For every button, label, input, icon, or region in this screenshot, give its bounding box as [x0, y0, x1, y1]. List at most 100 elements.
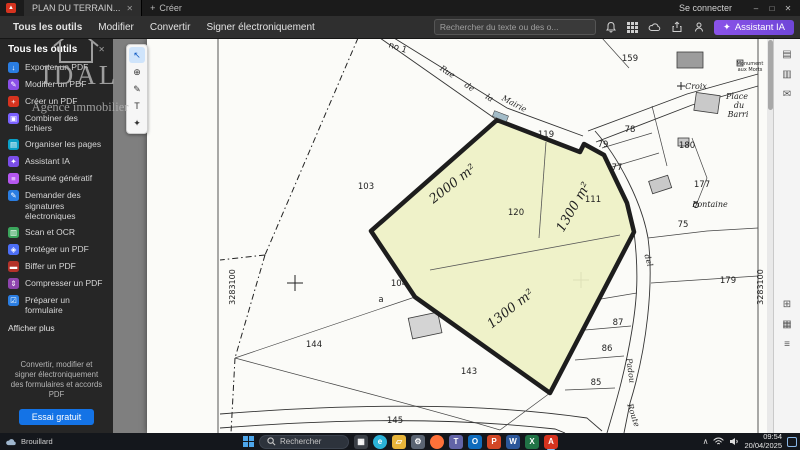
edge-icon[interactable]: e [373, 435, 387, 449]
zoom-tool-icon[interactable]: ⊕ [129, 64, 145, 80]
map-canvas[interactable]: no 115911910312011178797718017775104a144… [147, 38, 768, 433]
outlook-icon[interactable]: O [468, 435, 482, 449]
explorer-icon[interactable]: ▱ [392, 435, 406, 449]
protect-pdf-icon: ◈ [8, 244, 19, 255]
pdf-page[interactable]: no 115911910312011178797718017775104a144… [147, 38, 768, 433]
sidebar-close-icon[interactable]: ✕ [98, 45, 105, 54]
sidebar-item[interactable]: ✎Modifier un PDF [0, 76, 113, 93]
map-label: 119 [538, 130, 554, 140]
menu-item-4[interactable]: Signer électroniquement [199, 20, 321, 35]
menu-item-3[interactable]: Convertir [143, 20, 198, 35]
map-label: 87 [613, 318, 624, 328]
sign-in-button[interactable]: Se connecter [679, 3, 732, 13]
sidebar-item[interactable]: ▥Scan et OCR [0, 224, 113, 241]
close-button[interactable]: ✕ [780, 4, 796, 13]
generative-summary-icon: ≡ [8, 173, 19, 184]
annotate-pencil-icon[interactable]: ✎ [129, 81, 145, 97]
bell-icon[interactable] [604, 20, 618, 34]
weather-widget[interactable]: Brouillard [5, 433, 53, 450]
notification-icon[interactable] [787, 437, 797, 447]
sidebar-item-label: Résumé génératif [25, 173, 92, 183]
highlighted-parcel[interactable] [371, 111, 634, 393]
measure-panel-icon[interactable]: ⊞ [774, 294, 800, 314]
ai-tool-icon[interactable]: ✦ [129, 115, 145, 131]
acrobat-icon[interactable]: A [544, 435, 558, 449]
excel-icon[interactable]: X [525, 435, 539, 449]
map-label: 85 [591, 378, 602, 388]
map-label: la [484, 92, 495, 104]
sidebar-item[interactable]: ▬Biffer un PDF [0, 258, 113, 275]
tools-sidebar: Tous les outils ✕ ↓Exporter un PDF✎Modif… [0, 38, 113, 433]
clock-widget[interactable]: 09:54 20/04/2025 [744, 433, 782, 450]
sidebar-tools-list: ↓Exporter un PDF✎Modifier un PDF+Créer u… [0, 59, 113, 318]
maximize-button[interactable]: □ [764, 4, 780, 13]
map-label: 103 [358, 182, 374, 192]
minimize-button[interactable]: – [748, 4, 764, 13]
text-tool-icon[interactable]: T [129, 98, 145, 114]
apps-grid-icon[interactable] [626, 20, 640, 34]
taskbar-search-label: Rechercher [280, 437, 321, 446]
powerpoint-icon[interactable]: P [487, 435, 501, 449]
redact-pdf-icon: ▬ [8, 261, 19, 272]
sidebar-item-label: Compresser un PDF [25, 278, 102, 288]
layers-panel-icon[interactable]: ≡ [774, 334, 800, 354]
map-label: 177 [694, 180, 710, 190]
map-label: 143 [461, 367, 477, 377]
cross-symbol [677, 82, 685, 90]
right-panel-strip: ▤▥✉ ⊞▦≡ [773, 38, 800, 433]
select-tool-icon[interactable]: ↖ [129, 47, 145, 63]
start-button[interactable] [242, 436, 254, 448]
tray-chevron-up-icon[interactable]: ∧ [703, 437, 709, 446]
pages-panel-icon[interactable]: ▤ [774, 44, 800, 64]
volume-icon[interactable] [729, 437, 739, 446]
wifi-icon[interactable] [713, 437, 724, 446]
weather-cloud-icon [5, 437, 17, 446]
taskbar-search[interactable]: Rechercher [259, 435, 349, 449]
tab-close-icon[interactable]: ✕ [126, 4, 133, 13]
stamps-panel-icon[interactable]: ▦ [774, 314, 800, 334]
show-more-link[interactable]: Afficher plus [0, 318, 113, 338]
map-label: 104 [391, 279, 407, 289]
sidebar-item[interactable]: ◈ Protéger un PDF [0, 241, 113, 258]
document-search-input[interactable] [434, 19, 596, 35]
sidebar-item[interactable]: ✎Demander des signatures électroniques [0, 187, 113, 224]
map-label: a [378, 295, 383, 305]
promo-text: Convertir, modifier et signer électroniq… [9, 360, 104, 401]
sidebar-item[interactable]: ▣Combiner des fichiers [0, 110, 113, 136]
assistant-ia-button[interactable]: ✦ Assistant IA [714, 20, 794, 35]
sidebar-item[interactable]: ↓Exporter un PDF [0, 59, 113, 76]
sidebar-item-label: Modifier un PDF [25, 79, 86, 89]
sidebar-item-label: Préparer un formulaire [25, 295, 105, 315]
sidebar-item-label: Protéger un PDF [25, 244, 89, 254]
organize-pages-icon: ▤ [8, 139, 19, 150]
sidebar-item-label: Demander des signatures électroniques [25, 190, 105, 221]
menu-item-1[interactable]: Tous les outils [6, 20, 89, 35]
combine-files-icon: ▣ [8, 113, 19, 124]
sidebar-item[interactable]: ✦Assistant IA [0, 153, 113, 170]
taskview-icon[interactable]: ▦ [354, 435, 368, 449]
document-tab[interactable]: PLAN DU TERRAIN... ✕ [24, 0, 142, 16]
comments-panel-icon[interactable]: ✉ [774, 84, 800, 104]
sidebar-item[interactable]: ⇕Compresser un PDF [0, 275, 113, 292]
map-label: 120 [508, 208, 524, 218]
menu-item-2[interactable]: Modifier [91, 20, 141, 35]
sidebar-item[interactable]: ≡ Résumé génératif [0, 170, 113, 187]
teams-icon[interactable]: T [449, 435, 463, 449]
floating-toolbar: ↖⊕✎T✦ [126, 44, 148, 134]
firefox-icon[interactable] [430, 435, 444, 449]
map-label: du [734, 101, 744, 110]
profile-icon[interactable] [692, 20, 706, 34]
cloud-icon[interactable] [648, 20, 662, 34]
settings-icon[interactable]: ⚙ [411, 435, 425, 449]
sidebar-item[interactable]: ☑Préparer un formulaire [0, 292, 113, 318]
word-icon[interactable]: W [506, 435, 520, 449]
map-label: Croix [685, 82, 707, 91]
free-trial-button[interactable]: Essai gratuit [19, 409, 95, 425]
sidebar-item[interactable]: +Créer un PDF [0, 93, 113, 110]
create-tab-button[interactable]: + Créer [150, 3, 182, 13]
sidebar-item[interactable]: ▤Organiser les pages [0, 136, 113, 153]
share-icon[interactable] [670, 20, 684, 34]
sidebar-title: Tous les outils [8, 44, 77, 55]
survey-cross [287, 275, 303, 291]
bookmarks-panel-icon[interactable]: ▥ [774, 64, 800, 84]
